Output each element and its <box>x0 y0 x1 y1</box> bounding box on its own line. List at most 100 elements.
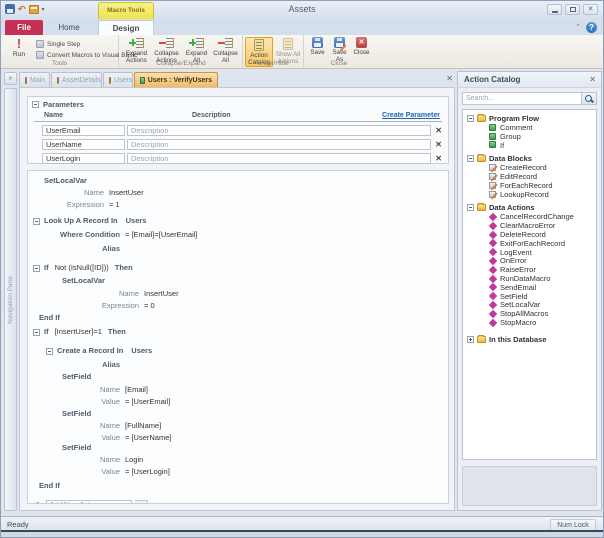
parameter-name-input[interactable] <box>42 153 125 164</box>
data-action-icon <box>489 318 497 326</box>
tab-design[interactable]: Design <box>98 20 154 35</box>
catalog-item[interactable]: LookupRecord <box>463 190 596 199</box>
parameter-row: ✕ <box>42 125 442 136</box>
catalog-item[interactable]: DeleteRecord <box>463 230 596 239</box>
collapse-parameters-icon[interactable] <box>32 101 39 108</box>
argument-row: Alias <box>28 243 448 255</box>
parameter-name-input[interactable] <box>42 139 125 150</box>
access-window: ↶ ▾ Assets Macro Tools ✕ File Home Desig… <box>0 0 604 538</box>
action-setlocalvar[interactable]: SetLocalVar <box>28 275 448 287</box>
search-button[interactable] <box>582 92 597 105</box>
catalog-item[interactable]: EditRecord <box>463 172 596 181</box>
parameter-description-input[interactable] <box>127 153 431 164</box>
search-input[interactable] <box>462 92 582 105</box>
column-header-description: Description <box>192 112 231 119</box>
action-setfield[interactable]: SetField <box>28 408 448 420</box>
action-setlocalvar[interactable]: SetLocalVar <box>28 175 448 187</box>
catalog-item[interactable]: LogEvent <box>463 248 596 257</box>
catalog-folder[interactable]: Data Blocks <box>463 153 596 163</box>
collapse-block-icon[interactable] <box>33 329 40 336</box>
expand-node-icon[interactable] <box>467 336 474 343</box>
action-catalog-tree: Program Flow Comment Group If <box>462 109 597 460</box>
group-label-tools: Tools <box>1 60 118 67</box>
single-step-button[interactable]: Single Step <box>36 39 80 49</box>
delete-parameter-icon[interactable]: ✕ <box>435 140 442 149</box>
single-step-label: Single Step <box>47 41 80 48</box>
action-setfield[interactable]: SetField <box>28 442 448 454</box>
restore-button[interactable] <box>565 4 580 15</box>
close-button[interactable]: ✕ <box>583 4 598 15</box>
form-icon <box>57 77 59 84</box>
contextual-tab-macro-tools: Macro Tools <box>98 2 154 19</box>
data-action-icon <box>489 274 497 282</box>
doc-tab-users[interactable]: Users <box>103 72 133 87</box>
close-macro-button[interactable]: ✕ Close <box>351 37 372 56</box>
catalog-item[interactable]: ForEachRecord <box>463 181 596 190</box>
catalog-item[interactable]: StopMacro <box>463 318 596 327</box>
close-macro-icon: ✕ <box>356 37 367 48</box>
action-lookup-record[interactable]: Look Up A Record InUsers <box>28 215 448 227</box>
catalog-item[interactable]: SetLocalVar <box>463 301 596 310</box>
action-setfield[interactable]: SetField <box>28 371 448 383</box>
navigation-pane-collapsed[interactable]: Navigation Pane <box>4 88 17 511</box>
catalog-item[interactable]: SendEmail <box>463 283 596 292</box>
collapse-node-icon[interactable] <box>467 204 474 211</box>
minimize-button[interactable] <box>547 4 562 15</box>
dropdown-arrow-icon[interactable]: ▾ <box>135 500 148 504</box>
form-icon <box>25 77 27 84</box>
create-parameter-link[interactable]: Create Parameter <box>382 112 440 119</box>
add-new-action-input[interactable] <box>46 500 132 504</box>
document-tab-bar: Main AssetDetails Users Users : VerifyUs… <box>19 71 455 87</box>
catalog-item[interactable]: ExitForEachRecord <box>463 239 596 248</box>
tab-file[interactable]: File <box>5 20 43 35</box>
if-block[interactable]: IfNot (IsNull([ID]))Then <box>28 262 448 274</box>
delete-parameter-icon[interactable]: ✕ <box>435 126 442 135</box>
catalog-folder[interactable]: Data Actions <box>463 203 596 213</box>
catalog-item[interactable]: CreateRecord <box>463 163 596 172</box>
tab-home[interactable]: Home <box>47 20 91 35</box>
catalog-item[interactable]: Group <box>463 132 596 141</box>
argument-row: Expression= 0 <box>28 300 448 312</box>
doc-tab-users-verifyusers[interactable]: Users : VerifyUsers <box>134 72 218 87</box>
data-action-icon <box>489 213 497 221</box>
parameter-description-input[interactable] <box>127 139 431 150</box>
collapse-node-icon[interactable] <box>467 115 474 122</box>
doc-tab-main[interactable]: Main <box>19 72 50 87</box>
collapse-block-icon[interactable] <box>46 348 53 355</box>
doc-tab-assetdetails[interactable]: AssetDetails <box>51 72 102 87</box>
catalog-folder[interactable]: Program Flow <box>463 113 596 123</box>
minimize-ribbon-icon[interactable]: ⌃ <box>575 23 581 33</box>
catalog-item[interactable]: OnError <box>463 257 596 266</box>
navigation-pane-expand-button[interactable]: » <box>4 72 17 85</box>
catalog-item[interactable]: Comment <box>463 123 596 132</box>
search-icon <box>585 95 594 104</box>
catalog-item[interactable]: StopAllMacros <box>463 309 596 318</box>
data-block-icon <box>489 191 496 198</box>
save-button[interactable]: Save <box>307 37 328 56</box>
collapse-node-icon[interactable] <box>467 155 474 162</box>
data-action-icon <box>489 230 497 238</box>
delete-parameter-icon[interactable]: ✕ <box>435 154 442 163</box>
close-panel-icon[interactable]: ✕ <box>589 75 596 85</box>
parameter-description-input[interactable] <box>127 125 431 136</box>
catalog-item[interactable]: ClearMacroError <box>463 221 596 230</box>
add-new-action-combo[interactable]: ▾ <box>46 500 148 504</box>
catalog-item[interactable]: RaiseError <box>463 265 596 274</box>
catalog-item[interactable]: RunDataMacro <box>463 274 596 283</box>
close-document-icon[interactable]: ✕ <box>446 74 453 84</box>
catalog-folder[interactable]: In this Database <box>463 335 596 345</box>
if-block[interactable]: If[InsertUser]=1Then <box>28 326 448 338</box>
argument-row: Alias <box>28 359 448 371</box>
run-button[interactable]: ! Run <box>6 37 32 62</box>
help-icon[interactable]: ? <box>586 22 597 33</box>
action-create-record[interactable]: Create a Record InUsers <box>28 345 448 357</box>
folder-icon <box>477 115 486 122</box>
parameter-name-input[interactable] <box>42 125 125 136</box>
argument-row: Where Condition= [Email]=[UserEmail] <box>28 229 448 241</box>
catalog-item[interactable]: SetField <box>463 292 596 301</box>
catalog-item[interactable]: If <box>463 141 596 150</box>
folder-icon <box>477 204 486 211</box>
catalog-item[interactable]: CancelRecordChange <box>463 213 596 222</box>
collapse-block-icon[interactable] <box>33 265 40 272</box>
collapse-block-icon[interactable] <box>33 218 40 225</box>
